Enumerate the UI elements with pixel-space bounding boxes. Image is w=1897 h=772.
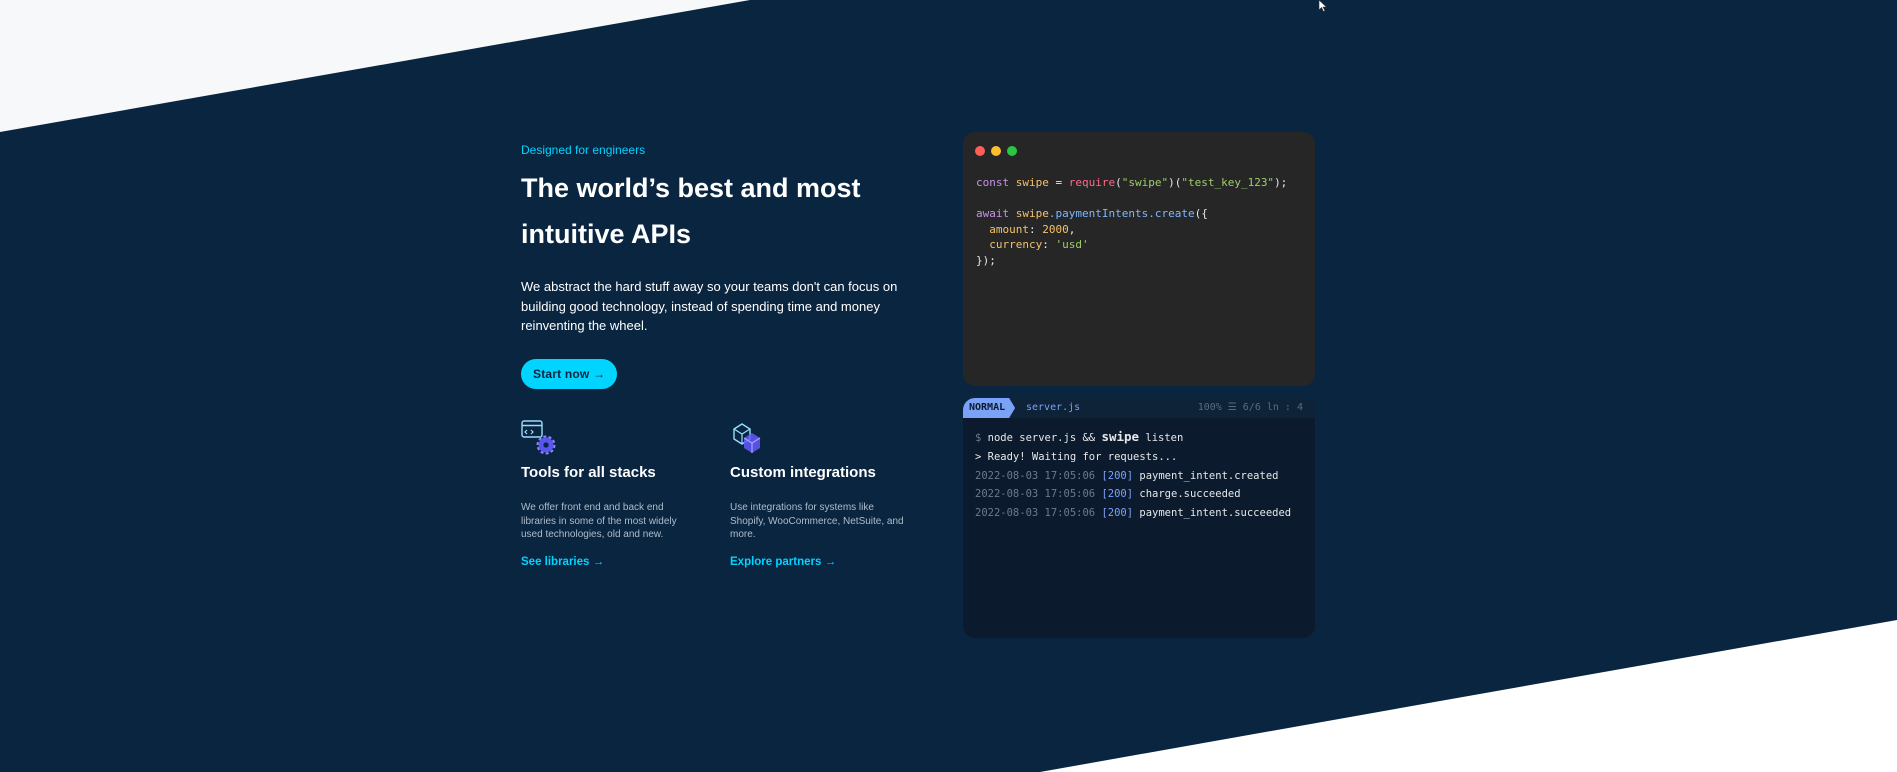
mouse-cursor-icon: [1318, 0, 1328, 12]
vim-mode-badge: NORMAL: [963, 398, 1015, 418]
log-status-code: 200: [1107, 488, 1127, 501]
log-event: payment_intent.succeeded: [1139, 507, 1292, 520]
hero-section: Designed for engineers The world’s best …: [521, 143, 941, 389]
terminal-filename: server.js: [1026, 402, 1081, 413]
code-token: =: [1048, 176, 1069, 189]
minimize-dot-icon[interactable]: [991, 146, 1001, 156]
background-bottom-band: [1040, 620, 1897, 772]
code-block: const swipe = require("swipe")("test_key…: [976, 175, 1287, 268]
code-token: "swipe": [1121, 176, 1169, 189]
code-token: (: [1115, 176, 1122, 189]
code-token: swipe: [1015, 176, 1049, 189]
code-window-gear-icon: [521, 420, 556, 455]
explore-partners-link[interactable]: Explore partners →: [730, 556, 836, 568]
hero-eyebrow: Designed for engineers: [521, 143, 646, 157]
code-token: :: [1042, 238, 1056, 251]
code-token: const: [976, 176, 1010, 189]
command-text: listen: [1139, 432, 1184, 444]
code-token: ,: [1068, 222, 1076, 236]
feature-description: We offer front end and back end librarie…: [521, 502, 677, 540]
terminal-output: $ node server.js && swipe listen > Ready…: [975, 429, 1292, 520]
feature-title: Tools for all stacks: [521, 464, 656, 481]
code-token: :: [1029, 222, 1043, 236]
log-status-code: 200: [1107, 469, 1127, 482]
log-event: payment_intent.created: [1139, 469, 1279, 482]
code-token: ({: [1194, 207, 1208, 220]
cubes-icon: [733, 423, 761, 453]
code-token: require: [1068, 176, 1116, 189]
start-now-button[interactable]: Start now →: [521, 358, 618, 389]
see-libraries-link[interactable]: See libraries →: [521, 556, 604, 568]
code-token: );: [1274, 176, 1288, 189]
feature-tools: Tools for all stacks We offer front end …: [521, 420, 721, 570]
log-timestamp: 2022-08-03 17:05:06: [975, 469, 1096, 482]
feature-integrations: Custom integrations Use integrations for…: [730, 420, 930, 570]
command-text: swipe: [1101, 429, 1140, 444]
code-token: swipe: [1015, 207, 1049, 220]
code-token: .paymentIntents.create: [1048, 207, 1195, 220]
log-event: charge.succeeded: [1139, 488, 1241, 501]
terminal-panel: NORMAL server.js 100% ☰ 6/6 ln : 4 $ nod…: [963, 398, 1315, 638]
terminal-status-text: 100% ☰ 6/6 ln : 4: [1197, 402, 1303, 413]
terminal-status-bar: NORMAL server.js 100% ☰ 6/6 ln : 4: [963, 398, 1315, 418]
hero-lead: We abstract the hard stuff away so your …: [521, 279, 898, 333]
hero-title: The world’s best and most intuitive APIs: [521, 173, 861, 249]
code-token: });: [976, 253, 996, 267]
code-editor-panel: const swipe = require("swipe")("test_key…: [963, 132, 1315, 386]
log-timestamp: 2022-08-03 17:05:06: [975, 488, 1096, 501]
log-timestamp: 2022-08-03 17:05:06: [975, 507, 1096, 520]
features: Tools for all stacks We offer front end …: [521, 420, 941, 580]
code-token: await: [976, 207, 1010, 220]
code-token: )(: [1168, 176, 1182, 189]
ready-line: > Ready! Waiting for requests...: [975, 450, 1178, 463]
feature-title: Custom integrations: [730, 464, 876, 481]
command-text: node server.js &&: [981, 432, 1102, 444]
code-token: 2000: [1042, 222, 1069, 236]
code-token: currency: [989, 238, 1043, 251]
feature-description: Use integrations for systems like Shopif…: [730, 502, 904, 540]
code-token: amount: [989, 222, 1029, 236]
code-token: 'usd': [1055, 238, 1089, 251]
maximize-dot-icon[interactable]: [1007, 146, 1017, 156]
background-top-band: [0, 0, 750, 132]
close-dot-icon[interactable]: [975, 146, 985, 156]
log-status-code: 200: [1107, 507, 1127, 520]
window-controls: [975, 146, 1017, 156]
code-token: "test_key_123": [1181, 176, 1275, 189]
